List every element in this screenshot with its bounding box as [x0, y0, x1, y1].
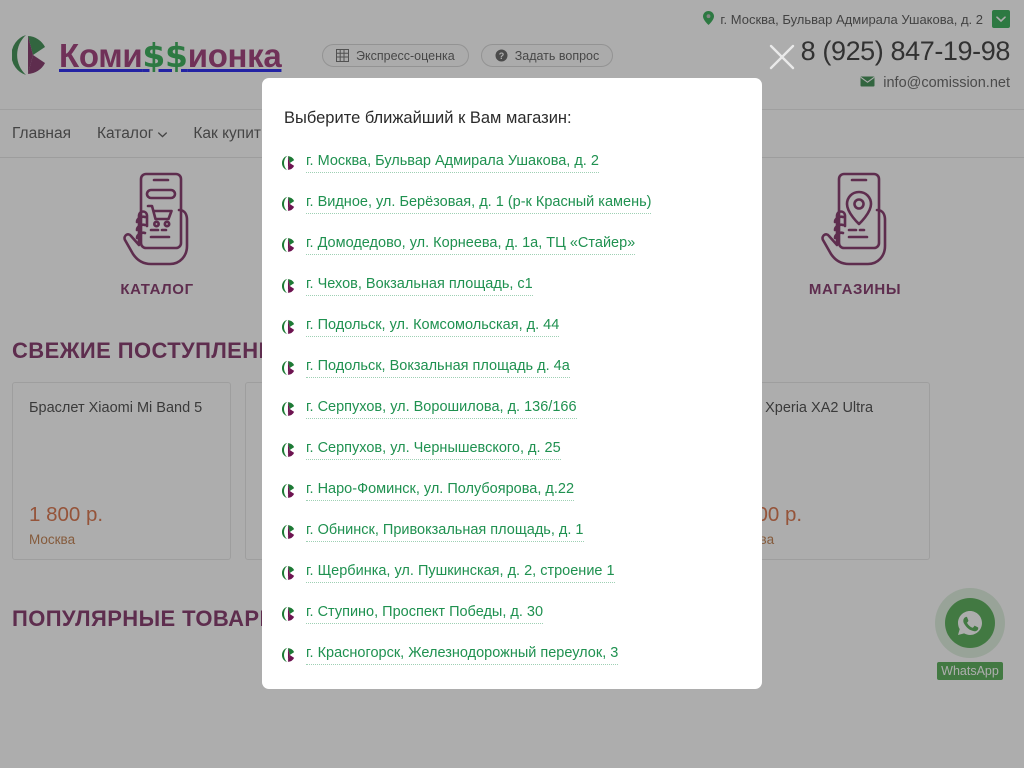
shop-link[interactable]: г. Подольск, ул. Комсомольская, д. 44 [306, 316, 560, 337]
list-item[interactable]: г. Обнинск, Привокзальная площадь, д. 1 [282, 511, 740, 552]
logo-mark-icon [282, 401, 295, 416]
logo-mark-icon [282, 606, 295, 621]
shop-link[interactable]: г. Видное, ул. Берёзовая, д. 1 (р-к Крас… [306, 193, 652, 214]
shop-link[interactable]: г. Обнинск, Привокзальная площадь, д. 1 [306, 521, 584, 542]
list-item[interactable]: г. Красногорск, Железнодорожный переулок… [282, 634, 740, 675]
shop-link[interactable]: г. Подольск, Вокзальная площадь д. 4а [306, 357, 570, 378]
list-item[interactable]: г. Серпухов, ул. Чернышевского, д. 25 [282, 429, 740, 470]
logo-mark-icon [282, 278, 295, 293]
shop-link[interactable]: г. Чехов, Вокзальная площадь, с1 [306, 275, 533, 296]
list-item[interactable]: г. Серпухов, ул. Ворошилова, д. 136/166 [282, 388, 740, 429]
shop-selector-title: Выберите ближайший к Вам магазин: [284, 109, 572, 127]
shop-list: г. Москва, Бульвар Адмирала Ушакова, д. … [282, 142, 740, 675]
logo-mark-icon [282, 237, 295, 252]
close-icon[interactable] [768, 43, 796, 71]
list-item[interactable]: г. Чехов, Вокзальная площадь, с1 [282, 265, 740, 306]
logo-mark-icon [282, 360, 295, 375]
list-item[interactable]: г. Москва, Бульвар Адмирала Ушакова, д. … [282, 142, 740, 183]
logo-mark-icon [282, 647, 295, 662]
list-item[interactable]: г. Домодедово, ул. Корнеева, д. 1а, ТЦ «… [282, 224, 740, 265]
shop-link[interactable]: г. Домодедово, ул. Корнеева, д. 1а, ТЦ «… [306, 234, 636, 255]
logo-mark-icon [282, 442, 295, 457]
list-item[interactable]: г. Подольск, ул. Комсомольская, д. 44 [282, 306, 740, 347]
shop-selector-modal: Выберите ближайший к Вам магазин: г. Мос… [262, 78, 762, 689]
logo-mark-icon [282, 483, 295, 498]
shop-link[interactable]: г. Серпухов, ул. Чернышевского, д. 25 [306, 439, 561, 460]
list-item[interactable]: г. Видное, ул. Берёзовая, д. 1 (р-к Крас… [282, 183, 740, 224]
logo-mark-icon [282, 524, 295, 539]
close-icon-svg [769, 44, 795, 70]
list-item[interactable]: г. Щербинка, ул. Пушкинская, д. 2, строе… [282, 552, 740, 593]
shop-link[interactable]: г. Ступино, Проспект Победы, д. 30 [306, 603, 544, 624]
list-item[interactable]: г. Ступино, Проспект Победы, д. 30 [282, 593, 740, 634]
logo-mark-icon [282, 155, 295, 170]
shop-link[interactable]: г. Москва, Бульвар Адмирала Ушакова, д. … [306, 152, 599, 173]
list-item[interactable]: г. Подольск, Вокзальная площадь д. 4а [282, 347, 740, 388]
shop-link[interactable]: г. Красногорск, Железнодорожный переулок… [306, 644, 619, 665]
shop-link[interactable]: г. Серпухов, ул. Ворошилова, д. 136/166 [306, 398, 577, 419]
logo-mark-icon [282, 196, 295, 211]
shop-link[interactable]: г. Наро-Фоминск, ул. Полубоярова, д.22 [306, 480, 575, 501]
logo-mark-icon [282, 319, 295, 334]
list-item[interactable]: г. Наро-Фоминск, ул. Полубоярова, д.22 [282, 470, 740, 511]
logo-mark-icon [282, 565, 295, 580]
shop-link[interactable]: г. Щербинка, ул. Пушкинская, д. 2, строе… [306, 562, 615, 583]
